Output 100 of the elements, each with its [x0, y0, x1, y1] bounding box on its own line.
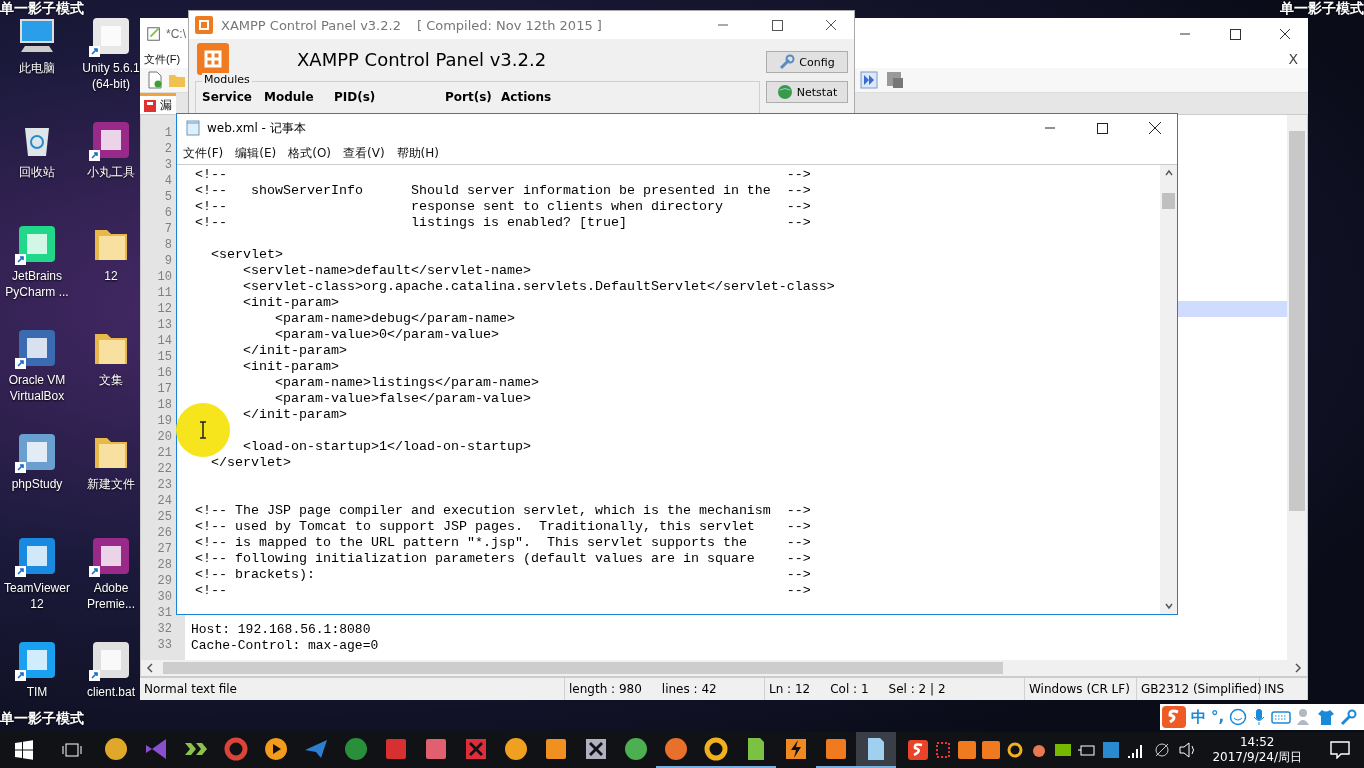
code-line: Host: 192.168.56.1:8080 — [191, 622, 371, 637]
overlay-label: 单一影子模式 — [0, 0, 84, 18]
line-number: 17 — [156, 381, 173, 397]
group-label: Modules — [202, 73, 252, 86]
menu-item[interactable]: 文件(F) — [144, 51, 181, 67]
text-line: <!-- following initialization parameters (default values are in square --> — [195, 551, 811, 566]
window-title: *C:\ — [166, 27, 186, 41]
panel-heading: XAMPP Control Panel v3.2.2 — [297, 48, 547, 70]
icon-label: JetBrains PyCharm ... — [4, 268, 70, 300]
line-number: 26 — [156, 525, 173, 541]
icon-label: 小丸工具 — [86, 164, 136, 180]
line-number: 31 — [156, 605, 173, 621]
text-line: <param-name>listings</param-name> — [273, 375, 539, 390]
line-number: 4 — [163, 173, 173, 189]
column-header: Actions — [501, 90, 552, 104]
line-number: 23 — [156, 477, 173, 493]
icon-label: TeamViewer 12 — [3, 580, 71, 612]
column-header: Module — [264, 90, 315, 104]
column-header: Port(s) — [445, 90, 493, 104]
icon-label: Adobe Premie... — [86, 580, 136, 612]
text-line: <servlet-name>default</servlet-name> — [242, 263, 531, 278]
text-line: <servlet-class>org.apache.catalina.servlets.DefaultServlet</servlet-class> — [242, 279, 835, 294]
menu-item[interactable]: 文件(F) — [177, 144, 230, 162]
text-line: <param-name>debug</param-name> — [273, 311, 515, 326]
toolbar-button[interactable]: Config — [766, 51, 848, 73]
line-number: 30 — [156, 589, 173, 605]
line-number: 13 — [156, 317, 173, 333]
text-line: <!-- --> — [195, 167, 811, 182]
line-number: 27 — [156, 541, 173, 557]
text-line: <servlet> — [210, 247, 283, 262]
icon-label: Unity 5.6.1 (64-bit) — [81, 60, 141, 92]
column-header: Service — [202, 90, 253, 104]
line-number: 15 — [156, 349, 173, 365]
clock[interactable]: 14:52 2017/9/24/周日 — [1204, 735, 1310, 765]
line-number: 14 — [156, 333, 173, 349]
text-line: <!-- The JSP page compiler and execution servlet, which is the mechanism --> — [195, 503, 811, 518]
overlay-label: 单一影子模式 — [1280, 0, 1364, 18]
text-line: <!-- --> — [195, 583, 811, 598]
text-line: <param-value>0</param-value> — [273, 327, 499, 342]
line-number: 18 — [156, 397, 173, 413]
menu-item[interactable]: 格式(O) — [282, 144, 338, 162]
text-line: </servlet> — [210, 455, 291, 470]
window-title: web.xml - 记事本 — [207, 119, 306, 137]
icon-label: 新建文件 — [86, 476, 136, 492]
line-number: 11 — [156, 285, 173, 301]
line-number: 3 — [163, 157, 173, 173]
line-number: 1 — [163, 125, 173, 141]
text-line: <!-- response sent to clients when directory --> — [195, 199, 811, 214]
window-title: XAMPP Control Panel v3.2.2 — [221, 17, 401, 33]
build-info: [ Compiled: Nov 12th 2015 ] — [416, 17, 602, 33]
line-number: 19 — [156, 413, 173, 429]
status-text: Col : 1 — [830, 682, 869, 696]
status-text: length : 980 — [569, 682, 642, 696]
document-tab[interactable]: 漏 — [140, 93, 176, 115]
line-number: 7 — [163, 221, 173, 237]
code-line: Cache-Control: max-age=0 — [191, 638, 379, 653]
toolbar-button[interactable]: Netstat — [766, 81, 848, 103]
line-number: 25 — [156, 509, 173, 525]
line-number: 10 — [156, 269, 173, 285]
line-number: 20 — [156, 429, 173, 445]
status-text: INS — [1264, 682, 1285, 696]
status-text: lines : 42 — [661, 682, 717, 696]
clock-date: 2017/9/24/周日 — [1212, 750, 1302, 765]
text-line: <load-on-startup>1</load-on-startup> — [242, 439, 531, 454]
line-number: 21 — [156, 445, 173, 461]
icon-label: Oracle VM VirtualBox — [7, 372, 67, 404]
text-line: <init-param> — [242, 359, 339, 374]
line-number: 28 — [156, 557, 173, 573]
column-header: PID(s) — [334, 90, 377, 104]
line-number: 2 — [163, 141, 173, 157]
icon-label: 回收站 — [18, 164, 56, 180]
status-text: Windows (CR LF) — [1029, 682, 1130, 696]
icon-label: 此电脑 — [18, 60, 56, 76]
menu-item[interactable]: 帮助(H) — [390, 144, 445, 162]
line-number: 9 — [163, 253, 173, 269]
status-text: Normal text file — [144, 682, 237, 696]
menu-item[interactable]: 编辑(E) — [229, 144, 283, 162]
text-line: <!-- showServerInfo Should server information be presented in the --> — [195, 183, 811, 198]
line-number: 24 — [156, 493, 173, 509]
punctuation-mode[interactable]: °, — [1211, 708, 1225, 726]
icon-label: client.bat — [86, 684, 136, 700]
icon-label: 文集 — [98, 372, 124, 388]
line-number: 29 — [156, 573, 173, 589]
line-number: 8 — [163, 237, 173, 253]
text-line: <!-- brackets): --> — [195, 567, 811, 582]
status-text: GB2312 (Simplified) — [1141, 682, 1262, 696]
text-line: <!-- used by Tomcat to support JSP pages. Traditionally, this servlet --> — [195, 519, 811, 534]
line-number: 12 — [156, 301, 173, 317]
line-number: 22 — [156, 461, 173, 477]
text-line: <!-- listings is enabled? [true] --> — [195, 215, 811, 230]
text-line: <init-param> — [242, 295, 339, 310]
status-text: Sel : 2 | 2 — [888, 682, 946, 696]
icon-label: 12 — [103, 268, 119, 284]
line-number: 16 — [156, 365, 173, 381]
menu-item[interactable]: 查看(V) — [337, 144, 391, 162]
close-document-button[interactable]: X — [1288, 51, 1302, 67]
text-line: </init-param> — [242, 407, 347, 422]
icon-label: phpStudy — [10, 476, 64, 492]
input-mode[interactable]: 中 — [1191, 707, 1206, 727]
text-line: <!-- is mapped to the URL pattern "*.jsp". This servlet supports the --> — [195, 535, 811, 550]
